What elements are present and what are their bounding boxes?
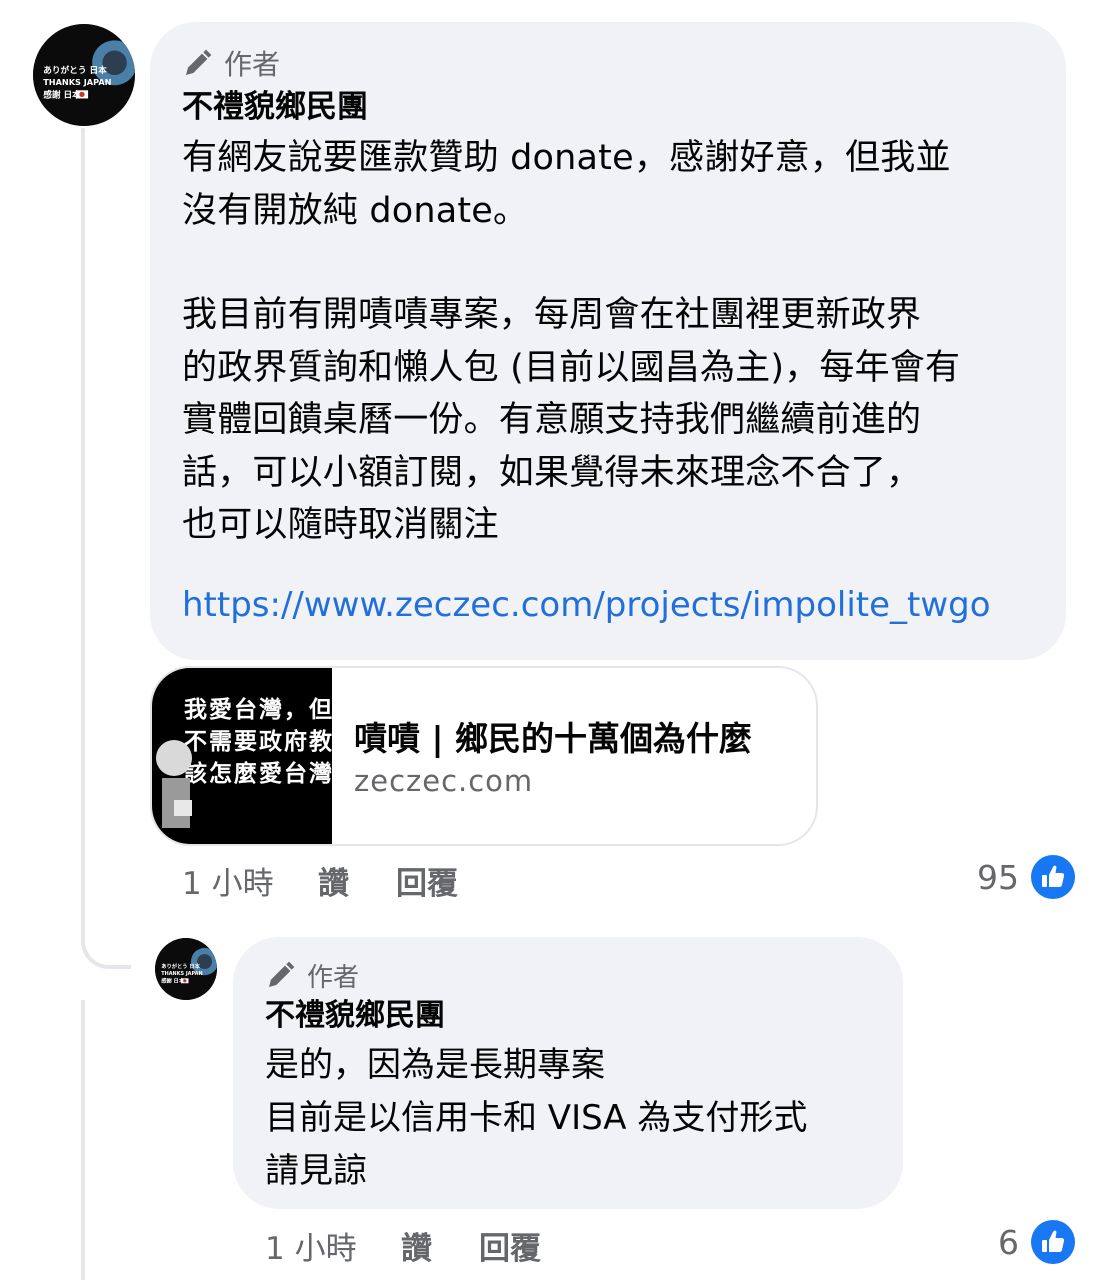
thumbnail-text: 不需要政府教 (184, 729, 332, 755)
avatar[interactable]: ありがとう 日本 THANKS JAPAN 感謝 日本 (33, 24, 135, 126)
author-name[interactable]: 不禮貌鄉民團 (182, 82, 1034, 132)
pen-icon (186, 49, 212, 75)
author-badge: 作者 (265, 957, 871, 993)
reply-button[interactable]: 回覆 (479, 1223, 541, 1268)
reaction-count: 6 (998, 1222, 1019, 1262)
author-name[interactable]: 不禮貌鄉民團 (265, 993, 871, 1039)
avatar-thanks-japan-icon: ありがとう 日本 THANKS JAPAN 感謝 日本 (155, 938, 217, 1000)
link-preview-thumbnail: 我愛台灣，但 不需要政府教 該怎麼愛台灣 (152, 668, 332, 844)
reaction-summary[interactable]: 95 (977, 855, 1075, 899)
comment-bubble: 作者 不禮貌鄉民團 有網友說要匯款贊助 donate，感謝好意，但我並 沒有開放… (150, 22, 1066, 660)
reaction-count: 95 (977, 857, 1019, 897)
thread-line (81, 128, 85, 943)
like-reaction-icon (1031, 1220, 1075, 1264)
avatar-line-1: ありがとう 日本 (43, 64, 107, 76)
thumbnail-text: 我愛台灣，但 (184, 697, 332, 723)
like-button[interactable]: 讚 (401, 1223, 479, 1268)
author-badge-label: 作者 (224, 48, 281, 81)
reply-bubble: 作者 不禮貌鄉民團 是的，因為是長期專案 目前是以信用卡和 VISA 為支付形式… (233, 937, 903, 1209)
like-button[interactable]: 讚 (318, 858, 396, 903)
thumbnail-text: 該怎麼愛台灣 (184, 761, 332, 787)
avatar-thanks-japan-icon: ありがとう 日本 THANKS JAPAN 感謝 日本 (33, 24, 135, 126)
link-preview-card[interactable]: 我愛台灣，但 不需要政府教 該怎麼愛台灣 嘖嘖 | 鄉民的十萬個為什麼 zecz… (150, 666, 818, 846)
comment-timestamp[interactable]: 1 小時 (265, 1223, 401, 1268)
thread-line-lower (81, 1000, 85, 1280)
author-badge: 作者 (182, 44, 1034, 82)
link-preview-title: 嘖嘖 | 鄉民的十萬個為什麼 (354, 719, 753, 758)
author-badge-label: 作者 (307, 962, 360, 993)
comment-text: 有網友說要匯款贊助 donate，感謝好意，但我並 沒有開放純 donate。 (182, 138, 951, 231)
comment-timestamp[interactable]: 1 小時 (182, 858, 318, 903)
comment-text: 是的，因為是長期專案 目前是以信用卡和 VISA 為支付形式 請見諒 (265, 1045, 808, 1191)
reply-button[interactable]: 回覆 (396, 858, 458, 903)
thread-connector (81, 905, 131, 969)
avatar-line-3: 感謝 日本 (43, 88, 81, 100)
comment-actions: 1 小時 讚 回覆 (182, 858, 458, 903)
avatar[interactable]: ありがとう 日本 THANKS JAPAN 感謝 日本 (155, 938, 217, 1000)
avatar-line-2: THANKS JAPAN (161, 971, 202, 977)
like-reaction-icon (1031, 855, 1075, 899)
avatar-line-2: THANKS JAPAN (43, 77, 111, 87)
comment-text: 我目前有開嘖嘖專案，每周會在社團裡更新政界 的政界質詢和懶人包 (目前以國昌為主… (182, 295, 961, 545)
comment-actions: 1 小時 讚 回覆 (265, 1223, 541, 1268)
comment-link[interactable]: https://www.zeczec.com/projects/impolite… (182, 580, 1034, 630)
link-preview-domain: zeczec.com (354, 764, 534, 798)
pen-icon (269, 961, 295, 987)
cartoon-figure-icon (156, 740, 192, 828)
reaction-summary[interactable]: 6 (998, 1220, 1075, 1264)
